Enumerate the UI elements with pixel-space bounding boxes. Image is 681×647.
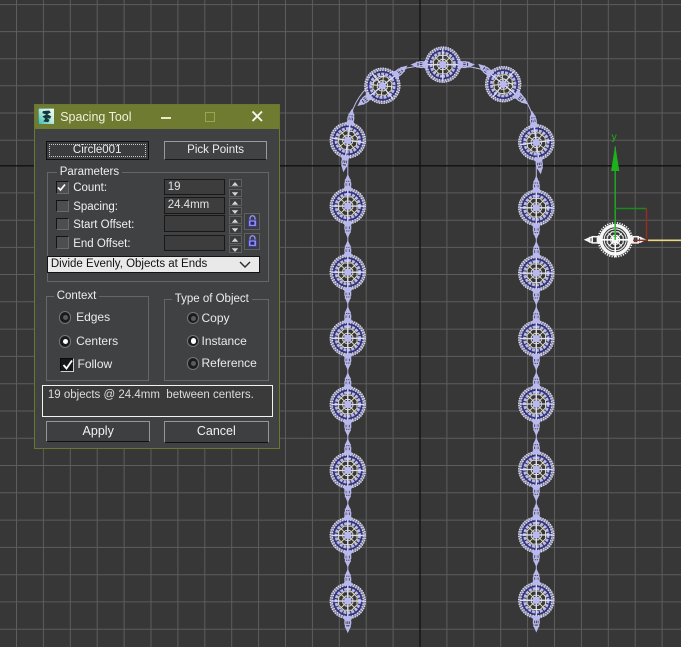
svg-text:y: y [612,131,618,143]
